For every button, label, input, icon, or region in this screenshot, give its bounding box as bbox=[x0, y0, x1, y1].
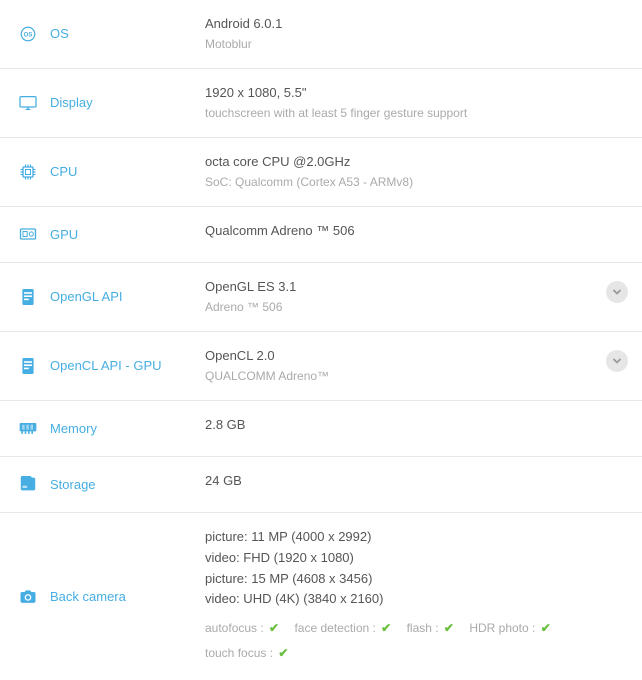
storage-icon bbox=[18, 474, 38, 494]
spec-primary: Android 6.0.1 bbox=[205, 14, 628, 35]
spec-label[interactable]: CPU bbox=[50, 164, 77, 179]
spec-row: OpenCL API - GPU OpenCL 2.0QUALCOMM Adren… bbox=[0, 331, 642, 400]
spec-secondary: SoC: Qualcomm (Cortex A53 - ARMv8) bbox=[205, 173, 628, 192]
label-cell: Display bbox=[0, 69, 195, 137]
spec-primary: 1920 x 1080, 5.5" bbox=[205, 83, 628, 104]
label-cell: OpenGL API bbox=[0, 263, 195, 331]
cpu-icon bbox=[18, 162, 38, 182]
feature-label: HDR photo : bbox=[469, 621, 535, 635]
gpu-icon bbox=[18, 224, 38, 244]
expand-button[interactable] bbox=[606, 350, 628, 372]
label-cell: Storage bbox=[0, 457, 195, 512]
value-content: 24 GB bbox=[205, 471, 628, 492]
label-cell: CPU bbox=[0, 138, 195, 206]
spec-row: OpenGL API OpenGL ES 3.1Adreno ™ 506 bbox=[0, 262, 642, 331]
label-cell: GPU bbox=[0, 207, 195, 262]
label-cell: OS OS bbox=[0, 0, 195, 68]
feature-item: touch focus : ✔ bbox=[205, 641, 288, 666]
value-cell: Qualcomm Adreno ™ 506 bbox=[195, 207, 642, 262]
feature-item: HDR photo : ✔ bbox=[469, 616, 550, 641]
value-content: OpenCL 2.0QUALCOMM Adreno™ bbox=[205, 346, 606, 386]
feature-label: touch focus : bbox=[205, 646, 273, 660]
check-icon: ✔ bbox=[441, 621, 454, 635]
spec-label[interactable]: GPU bbox=[50, 227, 78, 242]
feature-label: face detection : bbox=[294, 621, 375, 635]
check-icon: ✔ bbox=[275, 646, 288, 660]
spec-label[interactable]: OS bbox=[50, 26, 69, 41]
spec-primary: 2.8 GB bbox=[205, 415, 628, 436]
spec-label[interactable]: OpenGL API bbox=[50, 289, 123, 304]
label-cell: OpenCL API - GPU bbox=[0, 332, 195, 400]
spec-primary: OpenCL 2.0 bbox=[205, 346, 606, 367]
value-cell: picture: 11 MP (4000 x 2992)video: FHD (… bbox=[195, 513, 642, 680]
spec-label[interactable]: Storage bbox=[50, 477, 96, 492]
value-content: Android 6.0.1Motoblur bbox=[205, 14, 628, 54]
check-icon: ✔ bbox=[266, 621, 279, 635]
svg-text:OS: OS bbox=[24, 32, 33, 38]
spec-secondary: touchscreen with at least 5 finger gestu… bbox=[205, 104, 628, 123]
value-cell: OpenCL 2.0QUALCOMM Adreno™ bbox=[195, 332, 642, 400]
label-cell: Memory bbox=[0, 401, 195, 456]
feature-item: flash : ✔ bbox=[407, 616, 454, 641]
feature-label: flash : bbox=[407, 621, 439, 635]
value-cell: 24 GB bbox=[195, 457, 642, 512]
expand-button[interactable] bbox=[606, 281, 628, 303]
spec-primary: OpenGL ES 3.1 bbox=[205, 277, 606, 298]
value-content: 2.8 GB bbox=[205, 415, 628, 436]
spec-line: picture: 11 MP (4000 x 2992) bbox=[205, 527, 628, 548]
spec-row: Display 1920 x 1080, 5.5"touchscreen with… bbox=[0, 68, 642, 137]
opencl-icon bbox=[18, 356, 38, 376]
value-cell: OpenGL ES 3.1Adreno ™ 506 bbox=[195, 263, 642, 331]
feature-list: autofocus : ✔ face detection : ✔ flash :… bbox=[205, 616, 628, 666]
check-icon: ✔ bbox=[537, 621, 550, 635]
spec-row: OS OS Android 6.0.1Motoblur bbox=[0, 0, 642, 68]
label-cell: Back camera bbox=[0, 513, 195, 680]
spec-primary: Qualcomm Adreno ™ 506 bbox=[205, 221, 628, 242]
value-cell: 1920 x 1080, 5.5"touchscreen with at lea… bbox=[195, 69, 642, 137]
feature-item: autofocus : ✔ bbox=[205, 616, 279, 641]
feature-label: autofocus : bbox=[205, 621, 264, 635]
value-cell: Android 6.0.1Motoblur bbox=[195, 0, 642, 68]
value-content: octa core CPU @2.0GHzSoC: Qualcomm (Cort… bbox=[205, 152, 628, 192]
spec-label[interactable]: Memory bbox=[50, 421, 97, 436]
spec-primary: octa core CPU @2.0GHz bbox=[205, 152, 628, 173]
feature-item: face detection : ✔ bbox=[294, 616, 391, 641]
value-content: Qualcomm Adreno ™ 506 bbox=[205, 221, 628, 242]
os-icon: OS bbox=[18, 24, 38, 44]
spec-secondary: QUALCOMM Adreno™ bbox=[205, 367, 606, 386]
display-icon bbox=[18, 93, 38, 113]
spec-row: CPU octa core CPU @2.0GHzSoC: Qualcomm (C… bbox=[0, 137, 642, 206]
value-cell: octa core CPU @2.0GHzSoC: Qualcomm (Cort… bbox=[195, 138, 642, 206]
check-icon: ✔ bbox=[378, 621, 391, 635]
spec-label[interactable]: Display bbox=[50, 95, 93, 110]
opengl-icon bbox=[18, 287, 38, 307]
spec-row: Storage 24 GB bbox=[0, 456, 642, 512]
value-cell: 2.8 GB bbox=[195, 401, 642, 456]
value-content: OpenGL ES 3.1Adreno ™ 506 bbox=[205, 277, 606, 317]
value-content: picture: 11 MP (4000 x 2992)video: FHD (… bbox=[205, 527, 628, 667]
spec-row: GPU Qualcomm Adreno ™ 506 bbox=[0, 206, 642, 262]
spec-table: OS OS Android 6.0.1Motoblur Display 1920 x 1… bbox=[0, 0, 642, 680]
camera-icon bbox=[18, 587, 38, 607]
spec-line: video: FHD (1920 x 1080) bbox=[205, 548, 628, 569]
spec-row: Memory 2.8 GB bbox=[0, 400, 642, 456]
spec-row: Back camerapicture: 11 MP (4000 x 2992)v… bbox=[0, 512, 642, 680]
spec-label[interactable]: OpenCL API - GPU bbox=[50, 358, 162, 373]
spec-secondary: Adreno ™ 506 bbox=[205, 298, 606, 317]
spec-line: picture: 15 MP (4608 x 3456) bbox=[205, 569, 628, 590]
spec-primary: 24 GB bbox=[205, 471, 628, 492]
memory-icon bbox=[18, 418, 38, 438]
spec-label[interactable]: Back camera bbox=[50, 589, 126, 604]
value-content: 1920 x 1080, 5.5"touchscreen with at lea… bbox=[205, 83, 628, 123]
spec-line: video: UHD (4K) (3840 x 2160) bbox=[205, 589, 628, 610]
spec-secondary: Motoblur bbox=[205, 35, 628, 54]
